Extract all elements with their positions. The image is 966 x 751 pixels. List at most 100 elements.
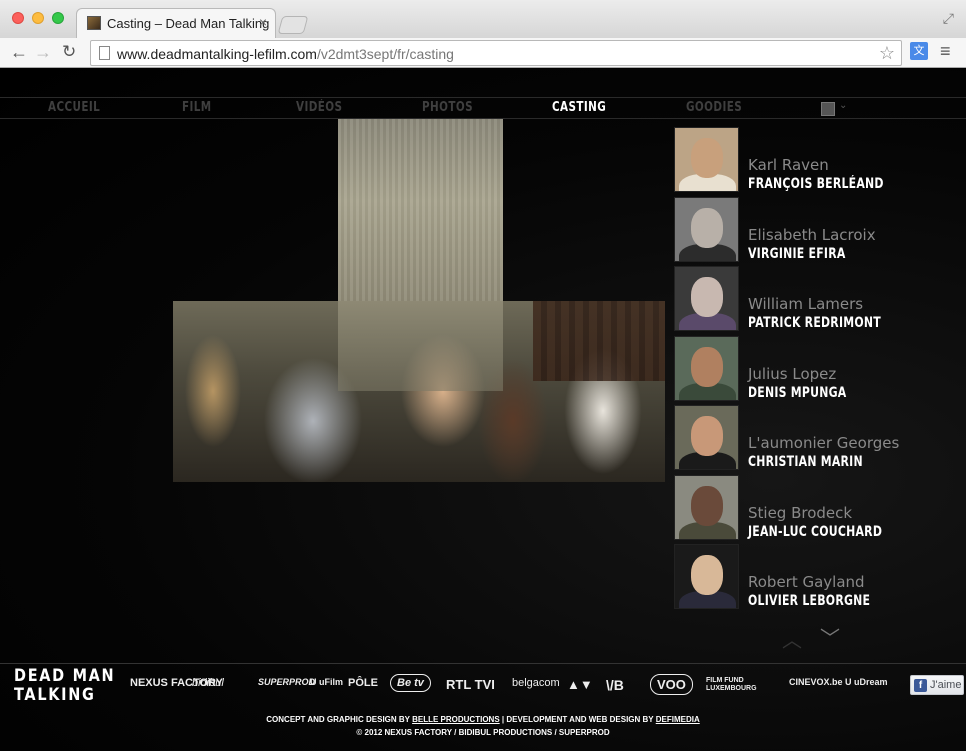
browser-toolbar: ← → ↻ www.deadmantalking-lefilm.com/v2dm…: [0, 38, 966, 68]
betv-logo[interactable]: Be tv: [390, 674, 431, 692]
cast-item[interactable]: Julius Lopez DENIS MPUNGA: [674, 335, 934, 406]
belgacom-logo[interactable]: belgacom: [512, 677, 560, 689]
nav-item-film[interactable]: FILM: [182, 100, 212, 115]
reload-icon[interactable]: ↻: [62, 41, 76, 63]
cast-item[interactable]: Robert Gayland OLIVIER LEBORGNE: [674, 544, 934, 614]
page-icon: [99, 46, 110, 60]
cast-actor-name[interactable]: CHRISTIAN MARIN: [748, 454, 863, 470]
pole-logo[interactable]: PÔLE: [348, 677, 378, 689]
belle-productions-link[interactable]: BELLE PRODUCTIONS: [412, 715, 500, 724]
cast-portrait[interactable]: [674, 127, 739, 192]
window-maximize-button[interactable]: [52, 12, 64, 24]
cast-role-name[interactable]: L'aumonier Georges: [748, 434, 899, 452]
nav-item-goodies[interactable]: GOODIES: [686, 100, 742, 115]
rtltvi-logo[interactable]: RTL TVI: [446, 677, 495, 692]
scroll-up-chevron-icon[interactable]: ︿: [782, 624, 802, 653]
address-bar[interactable]: www.deadmantalking-lefilm.com/v2dmt3sept…: [90, 40, 902, 66]
url-text[interactable]: www.deadmantalking-lefilm.com/v2dmt3sept…: [117, 46, 454, 62]
cast-role-name[interactable]: Stieg Brodeck: [748, 504, 852, 522]
facebook-icon: f: [914, 679, 927, 692]
new-tab-button[interactable]: [277, 16, 309, 34]
cast-role-name[interactable]: Elisabeth Lacroix: [748, 226, 876, 244]
tab-title: Casting – Dead Man Talking: [107, 16, 270, 31]
portrait-face: [691, 555, 723, 595]
dead-man-talking-logo[interactable]: DEAD MAN TALKING: [14, 667, 115, 705]
menu-icon[interactable]: ≡: [940, 41, 951, 62]
cast-portrait[interactable]: [674, 544, 739, 609]
cast-actor-name[interactable]: DENIS MPUNGA: [748, 385, 846, 401]
credits-line-2: © 2012 NEXUS FACTORY / BIDIBUL PRODUCTIO…: [356, 728, 610, 737]
chevron-down-icon[interactable]: ⌄: [839, 100, 847, 111]
federation-wb-logo[interactable]: \/B: [606, 677, 624, 693]
wallonia-logo[interactable]: ▲▼: [567, 677, 593, 692]
portrait-face: [691, 277, 723, 317]
facebook-like-button[interactable]: f J'aime: [910, 675, 964, 695]
logo-line-2: TALKING: [14, 685, 96, 705]
photo-wall: [338, 301, 503, 391]
forward-arrow-icon[interactable]: →: [34, 41, 52, 63]
cast-item[interactable]: William Lamers PATRICK REDRIMONT: [674, 266, 934, 336]
tab-close-icon[interactable]: ×: [259, 14, 267, 30]
bookmark-star-icon[interactable]: ☆: [879, 43, 895, 64]
back-arrow-icon[interactable]: ←: [10, 41, 28, 63]
cast-portrait[interactable]: [674, 196, 739, 262]
window-minimize-button[interactable]: [32, 12, 44, 24]
user-avatar-icon[interactable]: [821, 102, 835, 116]
page-content: ACCUEIL FILM VIDÉOS PHOTOS CASTING GOODI…: [0, 69, 966, 751]
photo-curtain: [533, 301, 665, 381]
credits-prefix: CONCEPT AND GRAPHIC DESIGN BY: [266, 715, 410, 724]
footer-divider: [0, 663, 966, 664]
footer-credits: CONCEPT AND GRAPHIC DESIGN BY BELLE PROD…: [0, 713, 966, 739]
cast-item[interactable]: Elisabeth Lacroix VIRGINIE EFIRA: [674, 196, 934, 267]
cast-portrait[interactable]: [674, 266, 739, 331]
url-path: /v2dmt3sept/fr/casting: [316, 46, 454, 62]
browser-tab[interactable]: Casting – Dead Man Talking ×: [76, 8, 276, 38]
cast-actor-name[interactable]: VIRGINIE EFIRA: [748, 246, 846, 262]
cast-portrait[interactable]: [674, 405, 739, 470]
bidibul-logo[interactable]: bidibul: [192, 677, 224, 689]
udream-logo[interactable]: U uDream: [845, 677, 888, 687]
window-close-button[interactable]: [12, 12, 24, 24]
credits-mid: | DEVELOPMENT AND WEB DESIGN BY: [501, 715, 654, 724]
footer-logos: DEAD MAN TALKING NEXUS FACTORY bidibul S…: [0, 666, 966, 706]
ufilm-logo[interactable]: U uFilm: [310, 677, 343, 687]
cast-actor-name[interactable]: JEAN-LUC COUCHARD: [748, 524, 882, 540]
portrait-face: [691, 346, 723, 387]
credits-line-1: CONCEPT AND GRAPHIC DESIGN BY BELLE PROD…: [0, 713, 966, 726]
fullscreen-icon[interactable]: ⤢: [943, 10, 954, 27]
nav-item-casting[interactable]: CASTING: [552, 100, 606, 115]
url-host: www.deadmantalking-lefilm.com: [117, 46, 317, 62]
cast-actor-name[interactable]: PATRICK REDRIMONT: [748, 315, 881, 331]
photo-bottom-piece: [173, 301, 665, 482]
nav-item-videos[interactable]: VIDÉOS: [296, 100, 342, 115]
photo-top-piece: [338, 119, 503, 301]
cast-role-name[interactable]: Robert Gayland: [748, 573, 865, 591]
cast-actor-name[interactable]: OLIVIER LEBORGNE: [748, 593, 870, 609]
scroll-down-chevron-icon[interactable]: ﹀: [820, 622, 840, 651]
casting-photo: [173, 119, 665, 482]
nav-item-accueil[interactable]: ACCUEIL: [48, 100, 100, 115]
cast-portrait[interactable]: [674, 474, 739, 540]
cast-item[interactable]: Karl Raven FRANÇOIS BERLÉAND: [674, 127, 934, 197]
translate-icon[interactable]: 文: [910, 42, 928, 60]
cast-portrait[interactable]: [674, 335, 739, 401]
cast-item[interactable]: Stieg Brodeck JEAN-LUC COUCHARD: [674, 474, 934, 545]
cast-item[interactable]: L'aumonier Georges CHRISTIAN MARIN: [674, 405, 934, 475]
cinevox-logo[interactable]: CINEVOX.be: [789, 677, 843, 687]
voo-logo[interactable]: VOO: [650, 674, 693, 695]
facebook-like-label: J'aime: [930, 679, 962, 691]
superprod-logo[interactable]: SUPERPROD: [258, 677, 315, 687]
cast-role-name[interactable]: William Lamers: [748, 295, 863, 313]
film-fund-luxembourg-logo[interactable]: FILM FUND LUXEMBOURG: [706, 677, 782, 693]
cast-actor-name[interactable]: FRANÇOIS BERLÉAND: [748, 176, 884, 192]
cast-list: Karl Raven FRANÇOIS BERLÉAND Elisabeth Lac…: [674, 127, 934, 614]
site-navigation: ACCUEIL FILM VIDÉOS PHOTOS CASTING GOODI…: [0, 97, 966, 119]
defimedia-link[interactable]: DEFIMEDIA: [656, 715, 700, 724]
cast-role-name[interactable]: Julius Lopez: [748, 365, 836, 383]
portrait-face: [691, 485, 723, 526]
nav-item-photos[interactable]: PHOTOS: [422, 100, 473, 115]
portrait-face: [691, 138, 723, 178]
cast-role-name[interactable]: Karl Raven: [748, 156, 829, 174]
portrait-face: [691, 207, 723, 248]
portrait-face: [691, 416, 723, 456]
